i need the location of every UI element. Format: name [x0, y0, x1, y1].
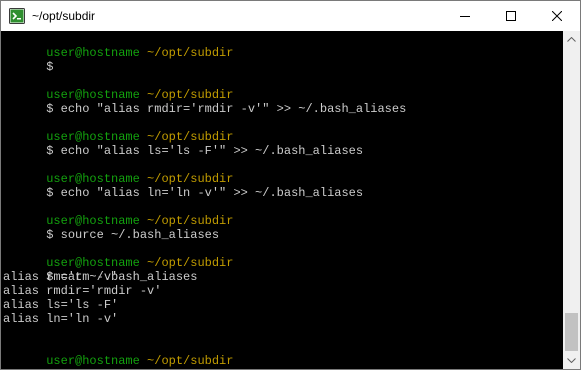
minimize-icon [460, 16, 470, 17]
scroll-down-arrow-icon [567, 358, 576, 363]
command-line: $ echo "alias rmdir='rmdir -v'" >> ~/.ba… [3, 88, 406, 116]
prompt-line: user@hostname ~/opt/subdir [3, 116, 233, 144]
output-line: alias rmdir='rmdir -v' [3, 284, 162, 298]
command-line: $ [3, 46, 61, 74]
maximize-icon [506, 11, 516, 21]
prompt-line: user@hostname ~/opt/subdir [3, 74, 233, 102]
window-title: ~/opt/subdir [32, 9, 96, 23]
minimize-button[interactable] [442, 1, 488, 31]
title-bar[interactable]: ~/opt/subdir [1, 1, 580, 31]
terminal-app-icon[interactable] [9, 8, 25, 24]
command-line: $ [3, 354, 68, 369]
close-button[interactable] [534, 1, 580, 31]
prompt-symbol: $ [46, 228, 54, 242]
command-text: echo "alias ls='ls -F'" >> ~/.bash_alias… [60, 144, 364, 158]
command-line: $ echo "alias ln='ln -v'" >> ~/.bash_ali… [3, 172, 363, 200]
prompt-symbol: $ [46, 368, 53, 369]
command-line: $ echo "alias ls='ls -F'" >> ~/.bash_ali… [3, 130, 363, 158]
prompt-symbol: $ [46, 102, 54, 116]
terminal-window: ~/opt/subdir user@hostname ~/opt/subdir … [0, 0, 581, 370]
output-line: alias rm='rm -v' [3, 270, 119, 284]
prompt-line: user@hostname ~/opt/subdir [3, 158, 233, 186]
prompt-symbol: $ [46, 186, 54, 200]
output-line: alias ln='ln -v' [3, 312, 119, 326]
scroll-up-arrow-icon [567, 37, 576, 42]
scroll-up-button[interactable] [563, 31, 580, 48]
scrollbar-thumb[interactable] [565, 313, 578, 351]
terminal-output-area[interactable]: user@hostname ~/opt/subdir $ user@hostna… [1, 31, 563, 369]
prompt-symbol: $ [46, 144, 54, 158]
command-text: echo "alias rmdir='rmdir -v'" >> ~/.bash… [60, 102, 407, 116]
scroll-down-button[interactable] [563, 352, 580, 369]
vertical-scrollbar[interactable] [563, 31, 580, 369]
command-line: $ source ~/.bash_aliases [3, 214, 219, 242]
maximize-button[interactable] [488, 1, 534, 31]
command-line: $ cat ~/.bash_aliases [3, 256, 197, 284]
prompt-symbol: $ [46, 60, 54, 74]
prompt-path: ~/opt/subdir [147, 354, 234, 368]
prompt-path: ~/opt/subdir [147, 46, 234, 60]
prompt-line: user@hostname ~/opt/subdir [3, 242, 233, 270]
command-text: source ~/.bash_aliases [60, 228, 220, 242]
prompt-line: user@hostname ~/opt/subdir [3, 200, 233, 228]
close-icon [552, 11, 562, 21]
output-line: alias ls='ls -F' [3, 298, 119, 312]
prompt-line: user@hostname ~/opt/subdir [3, 340, 233, 368]
prompt-line: user@hostname ~/opt/subdir [3, 32, 233, 60]
command-text: echo "alias ln='ln -v'" >> ~/.bash_alias… [60, 186, 364, 200]
